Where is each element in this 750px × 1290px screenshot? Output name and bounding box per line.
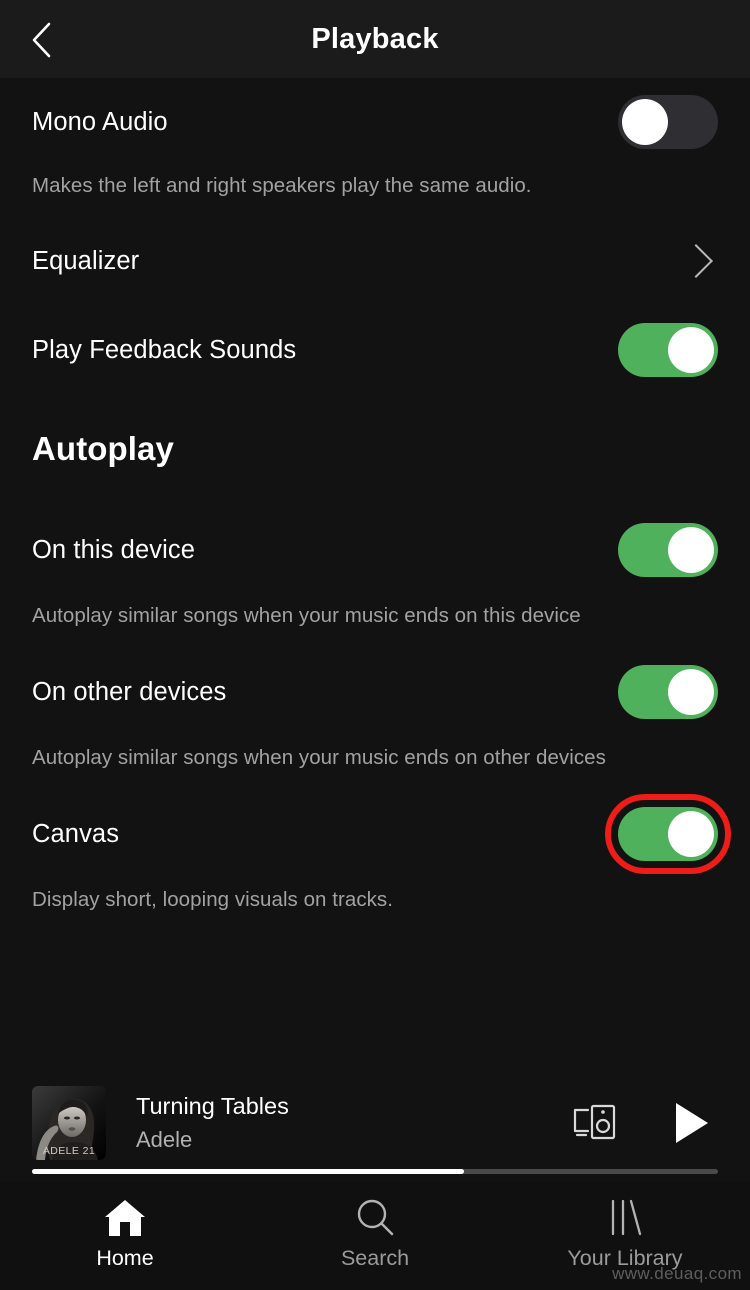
page-title: Playback: [311, 22, 439, 55]
setting-row-equalizer[interactable]: Equalizer: [0, 230, 750, 292]
nav-label: Search: [340, 1246, 410, 1270]
play-button[interactable]: [670, 1100, 712, 1146]
connect-to-device-button[interactable]: [570, 1102, 618, 1144]
setting-label: Canvas: [32, 819, 120, 848]
search-icon: [352, 1196, 398, 1240]
setting-row-play-feedback-sounds[interactable]: Play Feedback Sounds: [0, 318, 750, 382]
setting-row-on-other-devices[interactable]: On other devices: [0, 660, 750, 724]
chevron-right-icon[interactable]: [679, 244, 713, 278]
track-title: Turning Tables: [136, 1093, 289, 1119]
settings-list: Mono Audio Makes the left and right spea…: [0, 78, 750, 1058]
setting-label: On this device: [32, 535, 195, 564]
setting-label: On other devices: [32, 677, 227, 706]
setting-row-mono-audio[interactable]: Mono Audio: [0, 90, 750, 154]
playback-progress-bar[interactable]: [32, 1169, 718, 1174]
nav-label: Home: [96, 1246, 154, 1270]
toggle-knob: [668, 811, 714, 857]
setting-label: Equalizer: [32, 246, 140, 275]
section-title-autoplay: Autoplay: [32, 430, 174, 467]
setting-description: Makes the left and right speakers play t…: [32, 174, 532, 197]
library-icon: [602, 1196, 648, 1240]
nav-label: Your Library: [567, 1246, 683, 1270]
mono-audio-toggle[interactable]: [618, 95, 718, 149]
setting-description: Display short, looping visuals on tracks…: [32, 888, 393, 911]
setting-label: Mono Audio: [32, 107, 168, 136]
home-icon: [102, 1196, 148, 1240]
setting-row-on-this-device[interactable]: On this device: [0, 518, 750, 582]
nav-item-home[interactable]: Home: [0, 1196, 250, 1271]
autoplay-this-device-toggle[interactable]: [618, 523, 718, 577]
toggle-knob: [622, 99, 668, 145]
play-feedback-sounds-toggle[interactable]: [618, 323, 718, 377]
connect-to-device-icon: [573, 1104, 616, 1140]
toggle-knob: [668, 669, 714, 715]
bottom-navigation: Home Search Your Library: [0, 1182, 750, 1290]
setting-description: Autoplay similar songs when your music e…: [32, 746, 606, 769]
playback-progress-fill: [32, 1169, 465, 1174]
playback-settings-screen: Playback Mono Audio Makes the left and r…: [0, 0, 750, 1290]
setting-row-canvas[interactable]: Canvas: [0, 794, 750, 874]
play-icon: [676, 1103, 708, 1143]
toggle-knob: [668, 527, 714, 573]
svg-text:ADELE 21: ADELE 21: [43, 1145, 95, 1157]
album-cover-image: ADELE 21: [32, 1086, 106, 1160]
toggle-knob: [668, 327, 714, 373]
canvas-toggle[interactable]: [605, 794, 731, 874]
album-art[interactable]: ADELE 21: [32, 1086, 106, 1160]
now-playing-bar[interactable]: ADELE 21 Turning Tables Adele: [0, 1068, 750, 1178]
now-playing-text: Turning Tables Adele: [136, 1093, 570, 1153]
nav-item-your-library[interactable]: Your Library: [500, 1196, 750, 1271]
nav-item-search[interactable]: Search: [250, 1196, 500, 1271]
back-button[interactable]: [16, 14, 68, 66]
setting-description: Autoplay similar songs when your music e…: [32, 604, 581, 627]
chevron-left-icon: [32, 22, 51, 58]
track-artist: Adele: [136, 1127, 193, 1152]
setting-label: Play Feedback Sounds: [32, 335, 297, 364]
app-header: Playback: [0, 0, 750, 78]
now-playing-controls: [570, 1100, 712, 1146]
autoplay-other-devices-toggle[interactable]: [618, 665, 718, 719]
